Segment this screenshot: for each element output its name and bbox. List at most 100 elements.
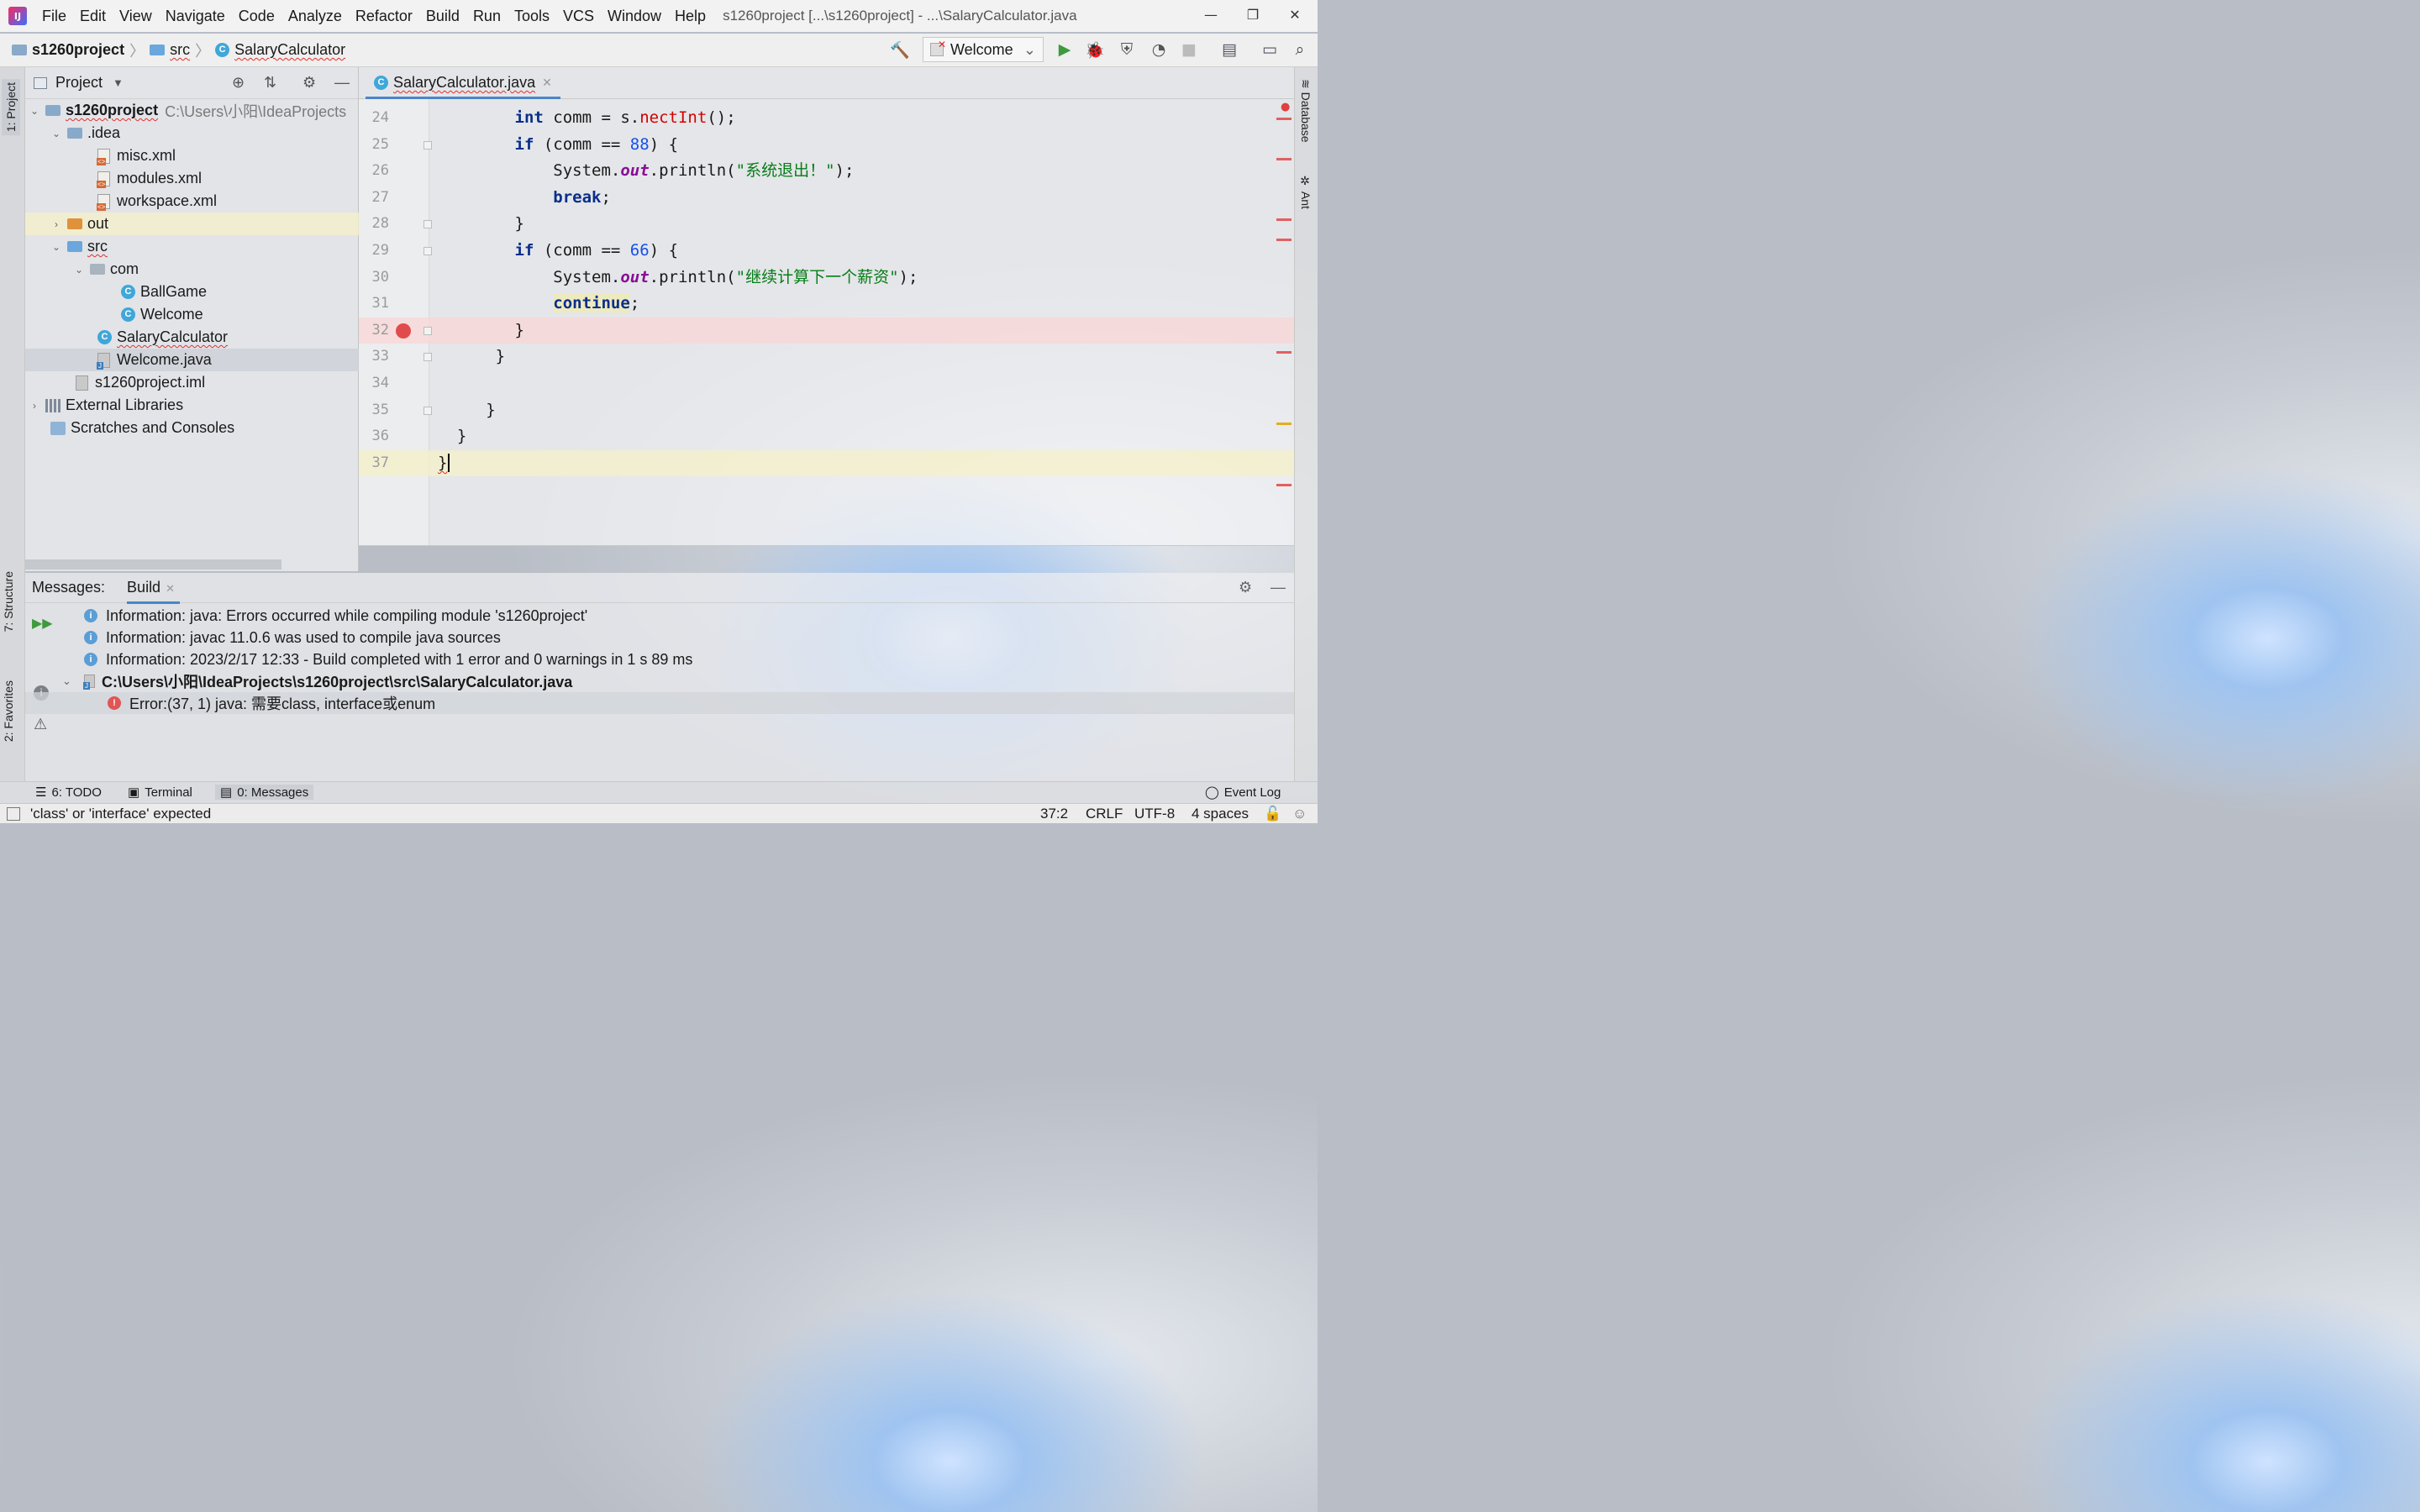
- stop-icon[interactable]: ■: [1176, 37, 1202, 62]
- tab-event-log[interactable]: ◯ Event Log: [1205, 785, 1281, 801]
- warning-filter-icon[interactable]: ⚠: [34, 716, 47, 733]
- chevron-down-icon[interactable]: ⌄: [62, 675, 84, 688]
- message-file-row[interactable]: ⌄ C:\Users\小阳\IdeaProjects\s1260project\…: [25, 670, 1294, 692]
- hide-panel-icon[interactable]: —: [334, 74, 350, 92]
- tree-item-salarycalculator[interactable]: C SalaryCalculator: [25, 326, 359, 349]
- project-structure-icon[interactable]: ▤: [1217, 37, 1242, 62]
- message-row[interactable]: i Information: 2023/2/17 12:33 - Build co…: [25, 648, 1294, 670]
- tab-favorites[interactable]: 2: Favorites: [2, 680, 15, 742]
- tree-item-welcome-java[interactable]: Welcome.java: [25, 349, 359, 371]
- collapse-all-icon[interactable]: ⇅: [264, 74, 276, 92]
- tree-item-idea[interactable]: ⌄ .idea: [25, 122, 359, 144]
- run-icon[interactable]: ▶: [1052, 37, 1077, 62]
- search-icon[interactable]: ⌕: [1287, 37, 1313, 62]
- tree-item-workspace-xml[interactable]: workspace.xml: [25, 190, 359, 213]
- build-hammer-icon[interactable]: 🔨: [887, 37, 913, 62]
- tree-item-com[interactable]: ⌄ com: [25, 258, 359, 281]
- tree-item-iml[interactable]: s1260project.iml: [25, 371, 359, 394]
- tab-ant[interactable]: ✲ Ant: [1299, 175, 1313, 209]
- fold-marker-icon[interactable]: [424, 353, 432, 362]
- code-editor[interactable]: 24 int comm = s.nectInt(); 25 if (comm =…: [359, 99, 1294, 546]
- tree-item-ballgame[interactable]: C BallGame: [25, 281, 359, 303]
- minimize-button[interactable]: —: [1190, 0, 1232, 29]
- tree-root[interactable]: ⌄ s1260project C:\Users\小阳\IdeaProjects: [25, 99, 359, 122]
- breadcrumb-file[interactable]: SalaryCalculator: [234, 41, 345, 59]
- menu-analyze[interactable]: Analyze: [281, 8, 349, 25]
- tool-windows-toggle-icon[interactable]: [7, 807, 20, 821]
- gear-icon[interactable]: ⚙: [302, 74, 316, 92]
- breadcrumb-src[interactable]: src: [170, 41, 190, 59]
- chevron-down-icon[interactable]: ⌄: [29, 105, 40, 117]
- tab-todo[interactable]: ☰ 6: TODO: [35, 785, 102, 801]
- menu-vcs[interactable]: VCS: [556, 8, 601, 25]
- fold-marker-icon[interactable]: [424, 220, 432, 229]
- menu-window[interactable]: Window: [601, 8, 668, 25]
- menu-build[interactable]: Build: [419, 8, 466, 25]
- chevron-down-icon[interactable]: ⌄: [73, 264, 85, 276]
- fold-marker-icon[interactable]: [424, 247, 432, 255]
- tree-item-scratches[interactable]: Scratches and Consoles: [25, 417, 359, 439]
- tree-item-external-libraries[interactable]: › External Libraries: [25, 394, 359, 417]
- menu-help[interactable]: Help: [668, 8, 713, 25]
- error-stripe[interactable]: [1276, 239, 1292, 241]
- menu-run[interactable]: Run: [466, 8, 508, 25]
- chevron-down-icon[interactable]: ▼: [113, 76, 124, 89]
- fold-marker-icon[interactable]: [424, 140, 432, 150]
- error-stripe[interactable]: [1276, 158, 1292, 160]
- menu-code[interactable]: Code: [232, 8, 281, 25]
- chevron-right-icon[interactable]: ›: [50, 218, 62, 230]
- message-row[interactable]: i Information: javac 11.0.6 was used to c…: [25, 627, 1294, 648]
- error-stripe[interactable]: [1276, 118, 1292, 120]
- tree-item-welcome[interactable]: C Welcome: [25, 303, 359, 326]
- tab-messages[interactable]: ▤ 0: Messages: [215, 785, 314, 800]
- fold-marker-icon[interactable]: [424, 406, 432, 415]
- error-stripe[interactable]: [1276, 351, 1292, 354]
- close-tab-icon[interactable]: ✕: [166, 582, 175, 595]
- caret-position[interactable]: 37:2: [1040, 806, 1068, 822]
- error-stripe[interactable]: [1276, 218, 1292, 221]
- message-error-row[interactable]: ! Error:(37, 1) java: 需要class, interface或…: [25, 692, 1294, 714]
- menu-view[interactable]: View: [113, 8, 159, 25]
- file-encoding[interactable]: UTF-8: [1134, 806, 1175, 822]
- error-stripe[interactable]: [1276, 484, 1292, 486]
- tree-item-modules-xml[interactable]: modules.xml: [25, 167, 359, 190]
- tab-build[interactable]: Build ✕: [127, 579, 180, 604]
- menu-file[interactable]: File: [35, 8, 73, 25]
- gear-icon[interactable]: ⚙: [1239, 579, 1252, 596]
- inspector-icon[interactable]: ☺: [1292, 806, 1307, 822]
- tab-structure[interactable]: 7: Structure: [2, 571, 15, 632]
- project-panel-title[interactable]: Project: [55, 74, 103, 92]
- tree-item-misc-xml[interactable]: misc.xml: [25, 144, 359, 167]
- message-row[interactable]: i Information: java: Errors occurred whil…: [25, 605, 1294, 627]
- warning-stripe[interactable]: [1276, 423, 1292, 425]
- debug-icon[interactable]: 🐞: [1082, 37, 1107, 62]
- coverage-icon[interactable]: ⛨: [1114, 37, 1139, 62]
- menu-navigate[interactable]: Navigate: [159, 8, 232, 25]
- breadcrumb-project[interactable]: s1260project: [32, 41, 124, 59]
- fold-marker-icon[interactable]: [424, 326, 432, 335]
- menu-edit[interactable]: Edit: [73, 8, 113, 25]
- hide-panel-icon[interactable]: —: [1270, 579, 1286, 596]
- menu-refactor[interactable]: Refactor: [349, 8, 419, 25]
- tab-database[interactable]: ≋ Database: [1299, 79, 1313, 143]
- breakpoint-icon[interactable]: [396, 323, 411, 339]
- chevron-right-icon[interactable]: ›: [29, 400, 40, 412]
- line-separator[interactable]: CRLF: [1086, 806, 1123, 822]
- horizontal-scrollbar[interactable]: [25, 559, 281, 570]
- chevron-down-icon[interactable]: ⌄: [50, 241, 62, 253]
- chevron-down-icon[interactable]: ⌄: [50, 128, 62, 139]
- lock-icon[interactable]: 🔓: [1264, 806, 1281, 822]
- run-configuration-select[interactable]: ✕ Welcome ⌄: [923, 37, 1044, 62]
- tree-item-src[interactable]: ⌄ src: [25, 235, 359, 258]
- profile-icon[interactable]: ◔: [1146, 37, 1171, 62]
- tab-project[interactable]: 1: Project: [2, 79, 20, 136]
- tree-item-out[interactable]: › out: [25, 213, 359, 235]
- editor-tab-salarycalculator[interactable]: C SalaryCalculator.java ✕: [366, 69, 560, 99]
- locate-icon[interactable]: ⊕: [232, 74, 245, 92]
- restore-button[interactable]: ❐: [1232, 0, 1274, 29]
- layout-icon[interactable]: ▭: [1257, 37, 1282, 62]
- menu-tools[interactable]: Tools: [508, 8, 556, 25]
- error-indicator-icon[interactable]: ●: [1281, 101, 1290, 113]
- indent-setting[interactable]: 4 spaces: [1192, 806, 1249, 822]
- close-button[interactable]: ✕: [1274, 0, 1316, 29]
